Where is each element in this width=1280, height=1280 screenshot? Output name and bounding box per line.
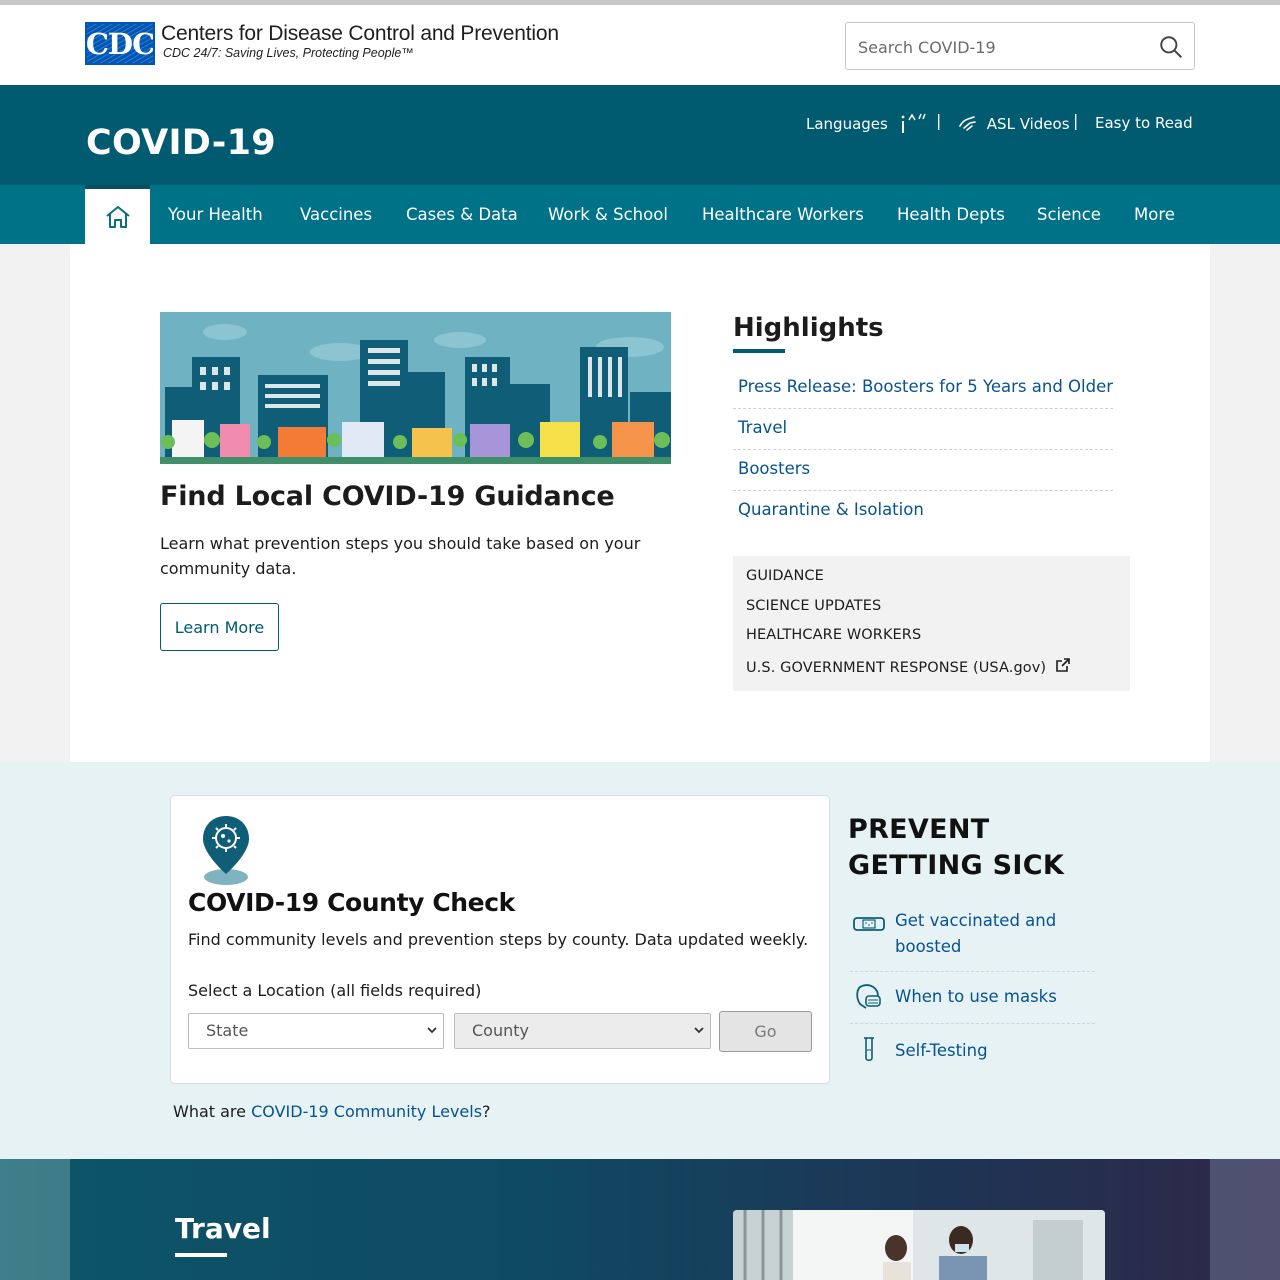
feature-description: Learn what prevention steps you should t… <box>160 534 641 578</box>
prevent-item-self-testing[interactable]: Self-Testing <box>850 1024 1095 1078</box>
tagline: CDC 24/7: Saving Lives, Protecting Peopl… <box>163 46 414 60</box>
prevent-title: PREVENT GETTING SICK <box>848 814 1065 881</box>
quick-link-healthcare-workers[interactable]: HEALTHCARE WORKERS <box>746 627 1130 657</box>
highlight-link-boosters-press-release[interactable]: Press Release: Boosters for 5 Years and … <box>733 368 1113 409</box>
test-tube-icon <box>864 1037 874 1062</box>
nav-science[interactable]: Science <box>1037 205 1101 224</box>
county-select[interactable]: County <box>454 1013 711 1049</box>
chevron-down-icon <box>694 1027 704 1034</box>
org-name: Centers for Disease Control and Preventi… <box>161 22 559 45</box>
external-link-icon <box>1056 657 1070 672</box>
highlights-list: Press Release: Boosters for 5 Years and … <box>733 368 1113 532</box>
nav-vaccines[interactable]: Vaccines <box>300 205 372 224</box>
quick-link-science-updates[interactable]: SCIENCE UPDATES <box>746 598 1130 628</box>
select-location-label: Select a Location (all fields required) <box>188 981 482 1000</box>
cdc-logo-link[interactable]: CDC Centers for Disease Control and Prev… <box>85 22 559 65</box>
go-button[interactable]: Go <box>719 1011 812 1052</box>
highlight-link-quarantine[interactable]: Quarantine & Isolation <box>733 491 1113 532</box>
nav-home[interactable] <box>85 185 150 244</box>
nav-work-school[interactable]: Work & School <box>548 205 668 224</box>
main-nav: Your Health Vaccines Cases & Data Work &… <box>0 185 1280 244</box>
top-border <box>0 0 1280 5</box>
county-check-description: Find community levels and prevention ste… <box>188 930 809 949</box>
bandage-icon <box>853 917 885 931</box>
city-skyline-illustration[interactable] <box>160 312 671 464</box>
sign-language-icon <box>959 116 976 131</box>
title-band: COVID-19 Languages | ASL Videos | Easy t… <box>0 85 1280 185</box>
travel-title: Travel <box>175 1212 271 1245</box>
asl-videos-link[interactable]: ASL Videos <box>958 114 1070 133</box>
nav-health-depts[interactable]: Health Depts <box>897 205 1005 224</box>
nav-cases-data[interactable]: Cases & Data <box>406 205 518 224</box>
separator: | <box>1073 111 1079 130</box>
chevron-down-icon <box>427 1027 437 1034</box>
quick-links-box: GUIDANCE SCIENCE UPDATES HEALTHCARE WORK… <box>733 556 1130 691</box>
highlights-underline <box>733 349 785 353</box>
learn-more-button[interactable]: Learn More <box>160 603 279 651</box>
highlight-link-travel[interactable]: Travel <box>733 409 1113 450</box>
easy-to-read-link[interactable]: Easy to Read <box>1095 114 1193 132</box>
prevent-list: Get vaccinated and boosted When to use m… <box>850 900 1095 1078</box>
nav-more[interactable]: More <box>1134 205 1175 224</box>
state-select[interactable]: State <box>188 1013 444 1049</box>
page-title: COVID-19 <box>86 123 276 163</box>
prevent-item-vaccinated[interactable]: Get vaccinated and boosted <box>850 900 1095 972</box>
travel-underline <box>175 1253 227 1257</box>
nav-your-health[interactable]: Your Health <box>168 205 263 224</box>
translate-icon <box>901 113 926 133</box>
travelers-photo[interactable] <box>733 1210 1105 1280</box>
feature-title: Find Local COVID-19 Guidance <box>160 481 615 512</box>
search-input[interactable] <box>858 35 1148 59</box>
highlight-link-boosters[interactable]: Boosters <box>733 450 1113 491</box>
nav-healthcare-workers[interactable]: Healthcare Workers <box>702 205 864 224</box>
quick-link-guidance[interactable]: GUIDANCE <box>746 568 1130 598</box>
search-icon[interactable] <box>1158 34 1184 60</box>
quick-link-us-government-response[interactable]: U.S. GOVERNMENT RESPONSE (USA.gov) <box>746 657 1130 687</box>
mask-face-icon <box>856 984 881 1009</box>
prevent-item-masks[interactable]: When to use masks <box>850 972 1095 1024</box>
community-levels-link[interactable]: COVID-19 Community Levels <box>251 1102 482 1121</box>
county-check-title: COVID-19 County Check <box>188 888 515 917</box>
map-pin-virus-icon <box>203 816 249 885</box>
languages-link[interactable]: Languages <box>806 112 931 134</box>
separator: | <box>936 111 942 130</box>
community-levels-note: What are COVID-19 Community Levels? <box>173 1102 491 1121</box>
highlights-title: Highlights <box>733 313 884 343</box>
search-box <box>845 22 1195 70</box>
cdc-logo: CDC <box>85 22 155 65</box>
home-icon <box>105 205 130 228</box>
